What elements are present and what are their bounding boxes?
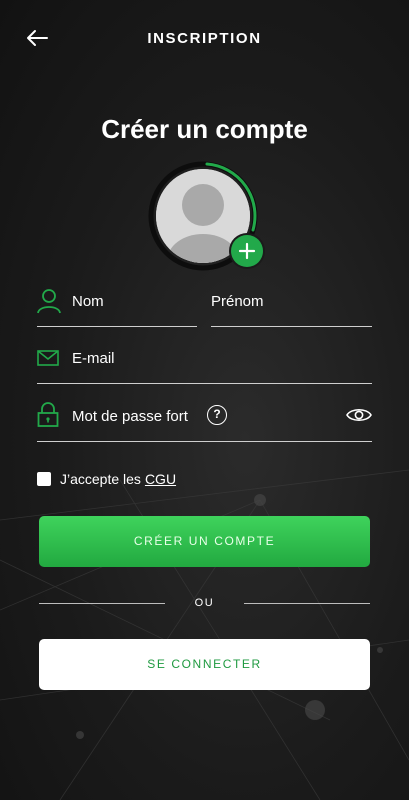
- header-title: INSCRIPTION: [147, 30, 262, 47]
- nom-placeholder: Nom: [72, 293, 104, 310]
- email-placeholder: E-mail: [72, 350, 115, 367]
- add-photo-button[interactable]: [231, 235, 263, 267]
- eye-icon[interactable]: [346, 406, 372, 424]
- plus-icon: [238, 242, 256, 260]
- mail-icon: [37, 350, 59, 366]
- cgu-checkbox[interactable]: [37, 472, 51, 486]
- cgu-text: J’accepte les: [60, 471, 141, 487]
- cgu-row: J’accepte les CGU: [37, 470, 176, 488]
- email-field[interactable]: E-mail: [37, 349, 372, 384]
- login-button[interactable]: SE CONNECTER: [39, 639, 370, 690]
- divider-line-right: [244, 603, 370, 604]
- lock-icon: [37, 402, 59, 427]
- header: INSCRIPTION: [0, 0, 409, 76]
- prenom-field[interactable]: Prénom: [211, 292, 372, 327]
- user-icon: [37, 289, 61, 314]
- nom-field[interactable]: Nom: [37, 289, 197, 327]
- prenom-placeholder: Prénom: [211, 293, 264, 310]
- page-title: Créer un compte: [101, 114, 308, 144]
- create-account-button[interactable]: CRÉER UN COMPTE: [39, 516, 370, 567]
- cgu-link[interactable]: CGU: [145, 471, 176, 487]
- question-icon[interactable]: ?: [207, 405, 227, 425]
- password-placeholder: Mot de passe fort: [72, 408, 188, 425]
- password-field[interactable]: Mot de passe fort ?: [37, 402, 372, 442]
